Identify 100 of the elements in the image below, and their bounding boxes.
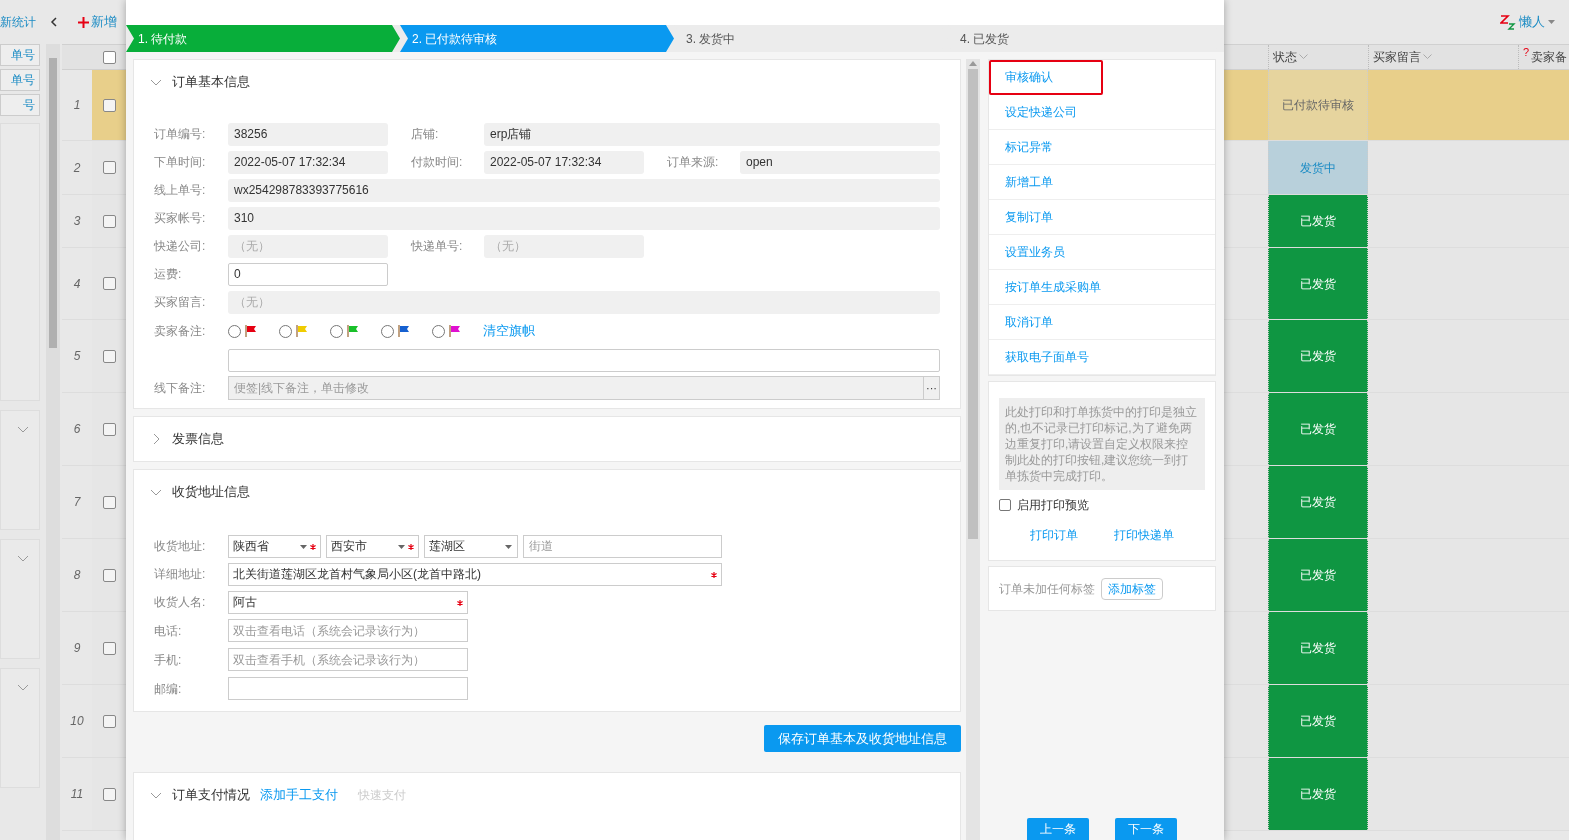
filter-field[interactable]: 单号 (0, 44, 40, 66)
phone-field[interactable]: 双击查看电话（系统会记录该行为） (228, 619, 468, 642)
checkbox[interactable] (102, 50, 116, 64)
action-item[interactable]: 新增工单 (989, 165, 1215, 200)
region-select[interactable]: 陕西省 (228, 534, 321, 558)
scrollbar-thumb[interactable] (49, 58, 57, 348)
print-link[interactable]: 打印订单 (1030, 526, 1078, 544)
radio-button[interactable] (381, 324, 394, 338)
action-item[interactable]: 设置业务员 (989, 235, 1215, 270)
section-title[interactable]: 发票信息 (172, 429, 224, 449)
collapse-icon[interactable] (50, 17, 58, 27)
field-value: 2022-05-07 17:32:34 (228, 150, 388, 174)
status-cell: 已发货 (1268, 685, 1368, 757)
checkbox[interactable] (102, 568, 116, 582)
checkbox[interactable] (102, 98, 116, 112)
scrollbar-thumb[interactable] (968, 69, 978, 539)
action-item[interactable]: 设定快递公司 (989, 95, 1215, 130)
radio-button[interactable] (228, 324, 241, 338)
field-label: 订单来源: (667, 154, 720, 171)
flag-icon[interactable] (347, 325, 359, 337)
radio-button[interactable] (432, 324, 445, 338)
freight-field[interactable]: 0 (228, 262, 388, 286)
flag-icon[interactable] (245, 325, 257, 337)
sleep-icon (1500, 14, 1517, 30)
column-header[interactable]: ? 卖家备 (1518, 45, 1569, 69)
status-cell: 已发货 (1268, 195, 1368, 247)
action-item[interactable]: 按订单生成采购单 (989, 270, 1215, 305)
nav-button[interactable]: 下一条 (1115, 818, 1177, 840)
status-cell: 已发货 (1268, 612, 1368, 684)
column-label: 买家留言 (1373, 49, 1421, 66)
section-title[interactable]: 收货地址信息 (172, 482, 250, 502)
status-cell: 已发货 (1268, 248, 1368, 319)
required-icon (711, 571, 717, 578)
caret-icon (398, 544, 405, 549)
field-label: 电话: (154, 622, 183, 640)
field-label: 订单编号: (154, 126, 207, 143)
column-label: 卖家备 (1531, 49, 1568, 66)
action-item[interactable]: 审核确认 (989, 60, 1103, 95)
checkbox[interactable] (102, 641, 116, 655)
clear-flags-link[interactable]: 清空旗帜 (483, 321, 535, 341)
sort-icon[interactable] (1299, 54, 1308, 60)
checkbox[interactable] (102, 161, 116, 174)
offline-note-field[interactable]: 便签|线下备注，单击修改 ··· (228, 376, 940, 400)
field-label: 手机: (154, 651, 183, 669)
status-cell: 已付款待审核 (1268, 70, 1368, 140)
field-label: 买家帐号: (154, 210, 207, 227)
column-header[interactable]: 买家留言 (1368, 45, 1518, 69)
field-value: （无） (228, 234, 388, 258)
checkbox[interactable] (102, 422, 116, 436)
region-select[interactable]: 西安市 (326, 534, 419, 558)
recipient-name-field[interactable]: 阿古 (228, 590, 468, 614)
filter-field[interactable]: 号 (0, 94, 40, 116)
save-button[interactable]: 保存订单基本及收货地址信息 (764, 725, 961, 752)
flag-icon[interactable] (449, 325, 461, 337)
filter-field[interactable]: 单号 (0, 69, 40, 91)
field-label: 详细地址: (154, 566, 207, 583)
flag-icon[interactable] (398, 325, 410, 337)
nav-button[interactable]: 上一条 (1027, 818, 1089, 840)
progress-step: 1. 待付款 (126, 25, 400, 52)
section-title[interactable]: 订单基本信息 (172, 72, 250, 92)
checkbox[interactable] (102, 214, 116, 228)
sidebar-title[interactable]: 新统计 (0, 13, 36, 31)
action-item[interactable]: 获取电子面单号 (989, 340, 1215, 375)
checkbox[interactable] (999, 499, 1011, 511)
mobile-field[interactable]: 双击查看手机（系统会记录该行为） (228, 648, 468, 671)
scroll-up-icon[interactable] (969, 61, 977, 66)
action-item[interactable]: 标记异常 (989, 130, 1215, 165)
radio-button[interactable] (279, 324, 292, 338)
checkbox[interactable] (102, 495, 116, 509)
checkbox[interactable] (102, 714, 116, 728)
checkbox[interactable] (102, 349, 116, 363)
row-number: 1 (62, 70, 92, 140)
column-header[interactable]: 状态 (1268, 45, 1368, 69)
tags-text: 订单未加任何标签 (999, 580, 1095, 598)
field-value: wx254298783393775616 (228, 178, 940, 202)
lazy-menu-button[interactable]: 懒人 (1500, 12, 1556, 32)
checkbox[interactable] (102, 787, 116, 801)
seller-note-field[interactable] (228, 348, 940, 372)
section-title[interactable]: 订单支付情况 (172, 785, 250, 805)
sort-icon[interactable] (1423, 54, 1432, 60)
street-field[interactable]: 街道 (523, 534, 722, 558)
print-link[interactable]: 打印快递单 (1114, 526, 1174, 544)
flag-icon[interactable] (296, 325, 308, 337)
field-label: 线上单号: (154, 182, 207, 199)
status-cell: 已发货 (1268, 393, 1368, 465)
action-item[interactable]: 取消订单 (989, 305, 1215, 340)
action-item[interactable]: 复制订单 (989, 200, 1215, 235)
help-icon[interactable]: ? (1523, 47, 1530, 58)
region-select[interactable]: 莲湖区 (424, 534, 518, 558)
detail-address-field[interactable]: 北关街道莲湖区龙首村气象局小区(龙首中路北) (228, 562, 722, 586)
column-label: 状态 (1273, 49, 1297, 66)
checkbox[interactable] (102, 277, 116, 290)
status-cell: 发货中 (1268, 141, 1368, 194)
zip-field[interactable] (228, 677, 468, 700)
field-value: （无） (484, 234, 644, 258)
add-order-button[interactable]: 新增 (78, 12, 117, 32)
add-payment-link[interactable]: 添加手工支付 (260, 785, 338, 805)
more-button[interactable]: ··· (923, 377, 939, 399)
radio-button[interactable] (330, 324, 343, 338)
add-tag-button[interactable]: 添加标签 (1101, 577, 1163, 600)
